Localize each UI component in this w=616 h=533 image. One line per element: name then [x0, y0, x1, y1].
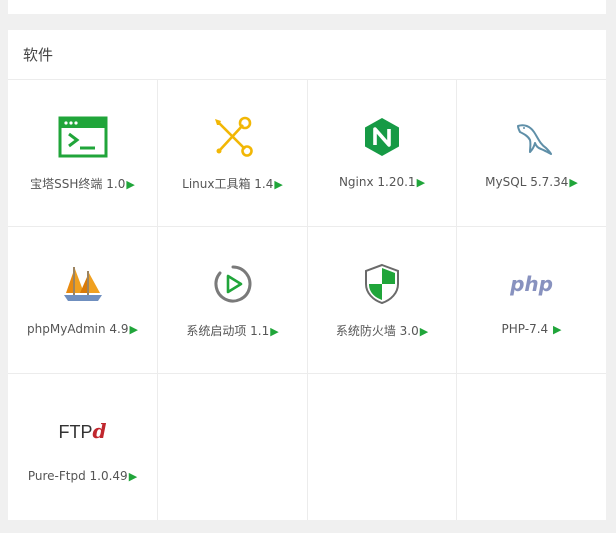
- php-logo-text: php: [510, 272, 553, 296]
- software-item-phpmyadmin[interactable]: phpMyAdmin 4.9▶: [8, 227, 158, 374]
- phpmyadmin-sailboat-icon: [57, 261, 109, 307]
- play-arrow-icon: ▶: [553, 323, 562, 336]
- startup-icon: [207, 261, 259, 307]
- terminal-icon: [57, 114, 109, 160]
- software-item-nginx[interactable]: Nginx 1.20.1▶: [308, 80, 457, 227]
- software-item-label: Linux工具箱 1.4▶: [182, 177, 283, 191]
- software-item-pure-ftpd[interactable]: FTPd Pure-Ftpd 1.0.49▶: [8, 374, 158, 520]
- ftpd-icon: FTPd: [57, 408, 109, 454]
- play-arrow-icon: ▶: [129, 323, 138, 336]
- software-item-label: 宝塔SSH终端 1.0▶: [30, 177, 135, 191]
- software-item-system-startup[interactable]: 系统启动项 1.1▶: [158, 227, 308, 374]
- play-arrow-icon: ▶: [128, 470, 138, 483]
- panel-title: 软件: [8, 30, 606, 80]
- software-panel: 软件 宝塔SSH终端 1.0▶ Linux工具箱 1.4▶ Nginx 1.20…: [8, 30, 606, 520]
- play-arrow-icon: ▶: [270, 325, 279, 338]
- play-arrow-icon: ▶: [126, 178, 135, 191]
- play-arrow-icon: ▶: [416, 176, 426, 189]
- software-item-label: PHP-7.4 ▶: [501, 322, 562, 336]
- software-item-mysql[interactable]: MySQL 5.7.34▶: [457, 80, 606, 227]
- play-arrow-icon: ▶: [274, 178, 283, 191]
- tools-icon: [207, 114, 259, 160]
- mysql-dolphin-icon: [506, 114, 558, 160]
- play-arrow-icon: ▶: [419, 325, 429, 338]
- software-item-ssh-terminal[interactable]: 宝塔SSH终端 1.0▶: [8, 80, 158, 227]
- ftpd-logo: FTPd: [59, 419, 107, 443]
- software-item-label: 系统启动项 1.1▶: [186, 324, 279, 338]
- ftpd-logo-text: FTP: [58, 422, 93, 442]
- software-item-php[interactable]: php PHP-7.4 ▶: [457, 227, 606, 374]
- software-item-label: Nginx 1.20.1▶: [338, 175, 426, 189]
- software-item-firewall[interactable]: 系统防火墙 3.0▶: [308, 227, 457, 374]
- play-arrow-icon: ▶: [569, 176, 578, 189]
- empty-cell: [457, 374, 606, 520]
- nginx-icon: [356, 114, 408, 160]
- software-item-label: Pure-Ftpd 1.0.49▶: [27, 469, 138, 483]
- software-item-label: MySQL 5.7.34▶: [485, 175, 578, 189]
- software-item-label: 系统防火墙 3.0▶: [335, 324, 429, 338]
- firewall-shield-icon: [356, 261, 408, 307]
- php-icon: php: [506, 261, 558, 307]
- software-grid: 宝塔SSH终端 1.0▶ Linux工具箱 1.4▶ Nginx 1.20.1▶…: [8, 80, 606, 520]
- empty-cell: [158, 374, 308, 520]
- software-item-label: phpMyAdmin 4.9▶: [27, 322, 138, 336]
- empty-cell: [308, 374, 457, 520]
- software-item-linux-toolbox[interactable]: Linux工具箱 1.4▶: [158, 80, 308, 227]
- top-panel: [8, 0, 606, 14]
- ftpd-logo-suffix: d: [92, 419, 107, 443]
